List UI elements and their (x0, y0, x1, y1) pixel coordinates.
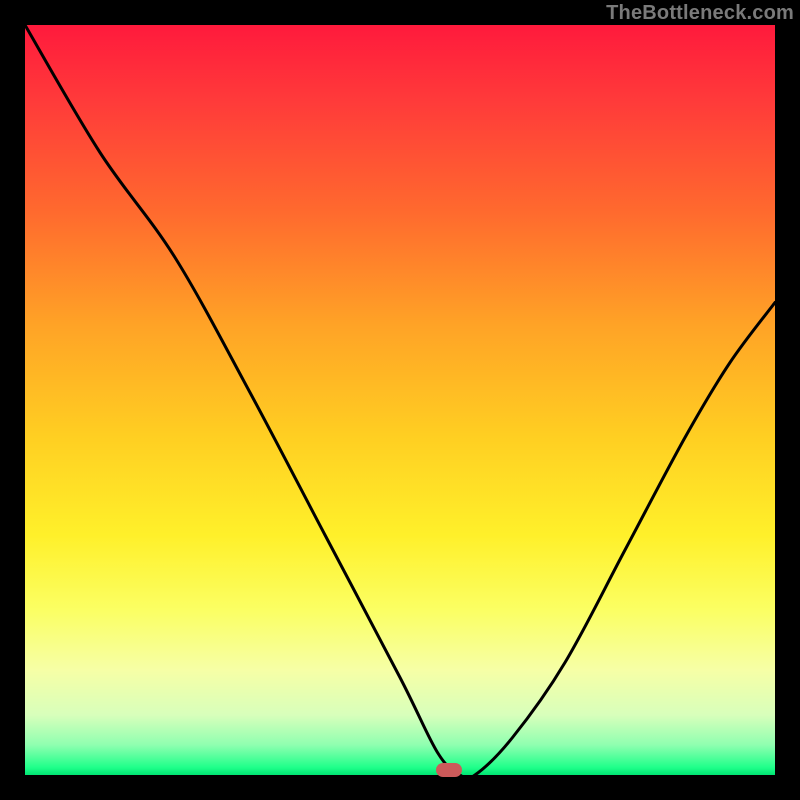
optimal-marker (436, 763, 462, 777)
watermark-text: TheBottleneck.com (606, 2, 794, 25)
chart-frame: TheBottleneck.com (0, 0, 800, 800)
plot-area (25, 25, 775, 775)
bottleneck-curve (25, 25, 775, 775)
